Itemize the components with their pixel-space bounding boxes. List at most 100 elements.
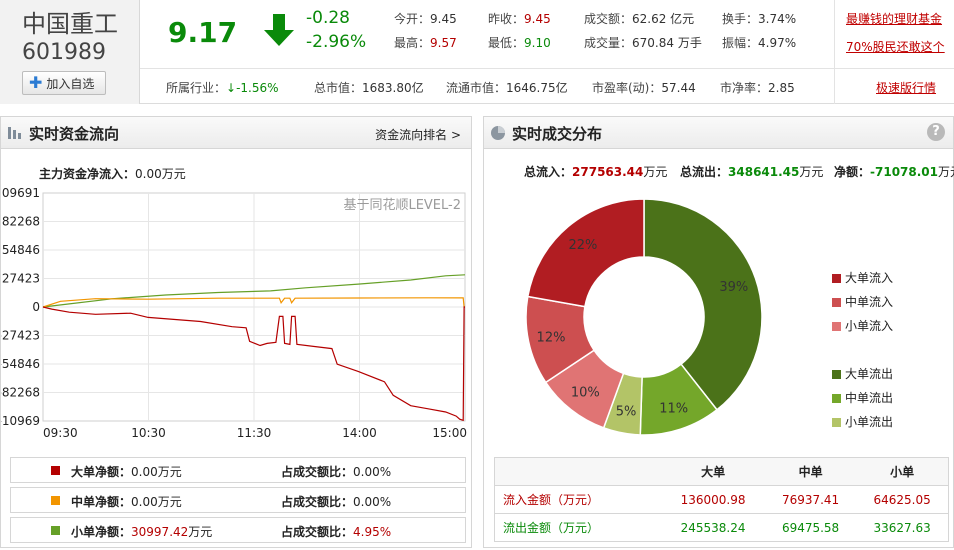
fund-flow-line-chart: 109691 82268 54846 27423 0 -27423 -54846 -82268… bbox=[1, 186, 467, 440]
price-change: -0.28 bbox=[306, 8, 350, 28]
trade-distribution-header: 实时成交分布 ? bbox=[484, 117, 953, 149]
quote-high: 最高：9.57 bbox=[394, 36, 457, 50]
legend-large-outflow: 大单流出 bbox=[832, 365, 893, 382]
stock-identity: 中国重工 601989 ✚ 加入自选 bbox=[0, 0, 140, 104]
ad-link-investors[interactable]: 70%股民还敢这个 bbox=[846, 38, 945, 55]
fund-flow-title: 实时资金流向 bbox=[29, 125, 120, 143]
table-header-cell bbox=[494, 457, 662, 486]
large-ratio-label: 占成交额比：0.00% bbox=[281, 465, 392, 479]
quote-header: 中国重工 601989 ✚ 加入自选 9.17 -0.28 -2.96% 今开：… bbox=[0, 0, 954, 104]
y-tick-label: -10969 bbox=[1, 414, 40, 428]
add-to-watchlist-label: 加入自选 bbox=[46, 76, 95, 91]
net-amount: 净额：-71078.01万元 bbox=[834, 165, 954, 179]
y-tick-label: -27423 bbox=[1, 329, 40, 343]
table-cell: 64625.05 bbox=[856, 485, 950, 514]
add-to-watchlist-button[interactable]: ✚ 加入自选 bbox=[22, 71, 106, 95]
donut-slice-label: 12% bbox=[537, 330, 566, 345]
donut-slice-label: 39% bbox=[719, 280, 748, 295]
current-price: 9.17 bbox=[168, 16, 238, 49]
table-row-label: 流出金额（万元） bbox=[494, 513, 662, 542]
table-row-outflow: 流出金额（万元） 245538.24 69475.58 33627.63 bbox=[494, 513, 950, 542]
x-tick-label: 15:00 bbox=[432, 426, 467, 440]
pie-icon bbox=[491, 126, 505, 140]
legend-row-small: 小单净额：30997.42万元 占成交额比：4.95% bbox=[10, 517, 466, 543]
legend-small-inflow: 小单流入 bbox=[832, 317, 893, 334]
legend-medium-inflow: 中单流入 bbox=[832, 293, 893, 310]
table-header-large: 大单 bbox=[661, 457, 765, 486]
large-net-label: 大单净额：0.00万元 bbox=[71, 465, 182, 479]
fund-flow-rank-link[interactable]: 资金流向排名 > bbox=[375, 126, 461, 143]
y-tick-label: -82268 bbox=[1, 386, 40, 400]
legend-swatch-large bbox=[51, 466, 60, 475]
donut-slice-label: 5% bbox=[616, 404, 637, 419]
quote-volume: 成交量：670.84 万手 bbox=[584, 36, 702, 50]
table-row-inflow: 流入金额（万元） 136000.98 76937.41 64625.05 bbox=[494, 485, 950, 514]
main-net-inflow: 主力资金净流入：0.00万元 bbox=[39, 167, 186, 181]
y-tick-label: 0 bbox=[32, 300, 40, 314]
trade-distribution-donut: 39% 11% 5% 10% 12% 22% bbox=[525, 198, 763, 436]
table-header-medium: 中单 bbox=[764, 457, 857, 486]
x-tick-label: 14:00 bbox=[342, 426, 377, 440]
trade-distribution-panel: 实时成交分布 ? 总流入：277563.44万元 总流出：348641.45万元… bbox=[483, 116, 954, 548]
fund-flow-header: 实时资金流向 资金流向排名 > bbox=[1, 117, 471, 149]
legend-row-medium: 中单净额：0.00万元 占成交额比：0.00% bbox=[10, 487, 466, 513]
x-tick-label: 11:30 bbox=[237, 426, 272, 440]
legend-swatch-small bbox=[51, 526, 60, 535]
y-tick-label: -54846 bbox=[1, 357, 40, 371]
table-row-label: 流入金额（万元） bbox=[494, 485, 662, 514]
table-cell: 33627.63 bbox=[856, 513, 950, 542]
stock-name: 中国重工 bbox=[22, 10, 118, 38]
plus-icon: ✚ bbox=[29, 73, 43, 92]
quote-industry: 所属行业：↓-1.56% bbox=[166, 81, 279, 95]
fast-quote-link[interactable]: 极速版行情 bbox=[876, 79, 936, 96]
donut-slice-label: 11% bbox=[659, 401, 688, 416]
table-cell: 76937.41 bbox=[764, 485, 857, 514]
legend-row-large: 大单净额：0.00万元 占成交额比：0.00% bbox=[10, 457, 466, 483]
y-tick-label: 82268 bbox=[2, 215, 40, 229]
total-inflow: 总流入：277563.44万元 bbox=[524, 165, 668, 179]
arrow-down-icon bbox=[264, 14, 294, 46]
small-ratio-label: 占成交额比：4.95% bbox=[281, 525, 392, 539]
quote-float-cap: 流通市值：1646.75亿 bbox=[446, 81, 568, 95]
price-change-percent: -2.96% bbox=[306, 32, 367, 52]
quote-turnover: 换手：3.74% bbox=[722, 12, 797, 26]
quote-pb: 市净率：2.85 bbox=[720, 81, 795, 95]
legend-medium-outflow: 中单流出 bbox=[832, 389, 893, 406]
y-tick-label: 54846 bbox=[2, 243, 40, 257]
donut-slice-label: 22% bbox=[568, 238, 597, 253]
bars-icon bbox=[8, 127, 21, 139]
y-tick-label: 109691 bbox=[1, 186, 40, 200]
table-cell: 136000.98 bbox=[661, 485, 765, 514]
small-net-label: 小单净额：30997.42万元 bbox=[71, 525, 213, 539]
table-cell: 245538.24 bbox=[661, 513, 765, 542]
header-divider bbox=[140, 68, 954, 69]
medium-net-label: 中单净额：0.00万元 bbox=[71, 495, 182, 509]
chart-watermark: 基于同花顺LEVEL-2 bbox=[343, 197, 461, 213]
y-tick-label: 27423 bbox=[2, 272, 40, 286]
quote-amplitude: 振幅：4.97% bbox=[722, 36, 797, 50]
legend-swatch-medium bbox=[51, 496, 60, 505]
table-cell: 69475.58 bbox=[764, 513, 857, 542]
flow-amount-table: 大单 中单 小单 流入金额（万元） 136000.98 76937.41 646… bbox=[494, 457, 950, 542]
x-tick-label: 09:30 bbox=[43, 426, 78, 440]
help-icon[interactable]: ? bbox=[927, 123, 945, 141]
stock-code: 601989 bbox=[22, 40, 106, 65]
quote-low: 最低：9.10 bbox=[488, 36, 551, 50]
table-header-small: 小单 bbox=[856, 457, 950, 486]
donut-slice-label: 10% bbox=[571, 386, 600, 401]
ad-link-fund[interactable]: 最赚钱的理财基金 bbox=[846, 10, 942, 27]
medium-ratio-label: 占成交额比：0.00% bbox=[281, 495, 392, 509]
header-vertical-divider bbox=[834, 0, 835, 104]
flow-totals: 总流入：277563.44万元 总流出：348641.45万元 净额：-7107… bbox=[484, 163, 954, 179]
fund-flow-panel: 实时资金流向 资金流向排名 > 主力资金净流入：0.00万元 109691 822… bbox=[0, 116, 472, 548]
total-outflow: 总流出：348641.45万元 bbox=[680, 165, 824, 179]
x-tick-label: 10:30 bbox=[131, 426, 166, 440]
flow-table-header: 大单 中单 小单 bbox=[494, 457, 950, 486]
legend-large-inflow: 大单流入 bbox=[832, 269, 893, 286]
quote-prev-close: 昨收：9.45 bbox=[488, 12, 551, 26]
quote-pe: 市盈率(动)：57.44 bbox=[592, 81, 696, 95]
legend-small-outflow: 小单流出 bbox=[832, 413, 893, 430]
quote-amount: 成交额：62.62 亿元 bbox=[584, 12, 695, 26]
quote-open: 今开：9.45 bbox=[394, 12, 457, 26]
trade-distribution-title: 实时成交分布 bbox=[512, 125, 603, 143]
